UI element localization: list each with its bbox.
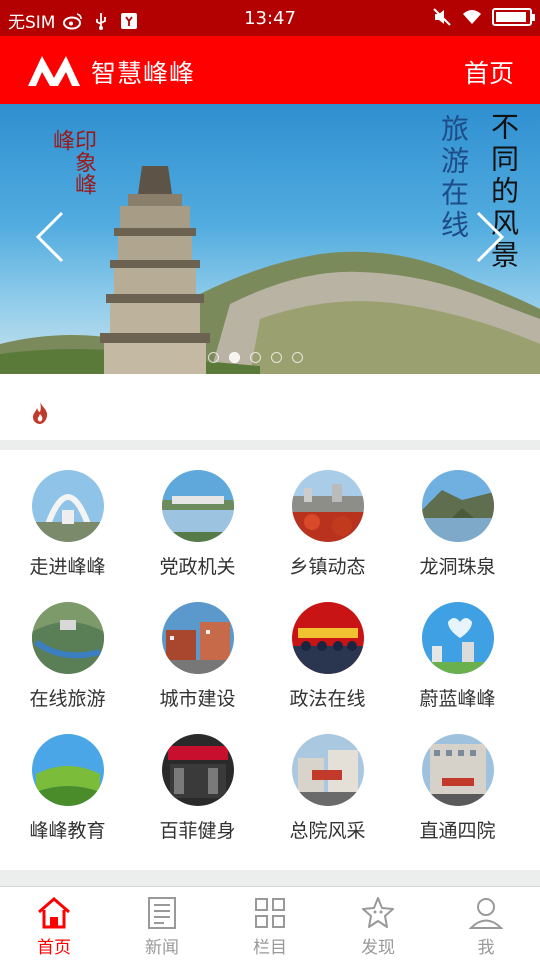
tab-me[interactable]: 我 [432, 887, 540, 960]
flame-icon [33, 402, 48, 424]
carousel-dot[interactable] [271, 352, 282, 363]
tab-label: 首页 [37, 938, 71, 958]
tab-label: 栏目 [253, 938, 287, 958]
grid-item-siyuan[interactable]: 直通四院 [390, 714, 525, 846]
grid-item-zoujin[interactable]: 走进峰峰 [0, 450, 135, 582]
banner-carousel[interactable]: 印象峰峰 旅游在线 不同的风景 [0, 104, 540, 374]
grid-item-label: 政法在线 [289, 688, 366, 710]
chevron-right-icon[interactable] [474, 209, 508, 265]
tab-label: 我 [477, 938, 495, 958]
carousel-dot[interactable] [250, 352, 261, 363]
wifi-icon [463, 10, 481, 24]
grid-item-label: 峰峰教育 [29, 820, 106, 842]
carousel-dot[interactable] [292, 352, 303, 363]
grid-thumb [292, 734, 364, 806]
grid-item-dangzheng[interactable]: 党政机关 [130, 450, 265, 582]
app-title: 智慧峰峰 [91, 59, 196, 88]
notice-bar[interactable] [0, 374, 540, 440]
mountain-logo-icon [28, 56, 80, 86]
grid-item-baifei[interactable]: 百菲健身 [130, 714, 265, 846]
grid-thumb [32, 602, 104, 674]
tab-label: 新闻 [145, 938, 179, 958]
grid-item-chengshi[interactable]: 城市建设 [130, 582, 265, 714]
grid-item-label: 百菲健身 [159, 820, 236, 842]
tab-discover[interactable]: 发现 [324, 887, 432, 960]
tab-columns[interactable]: 栏目 [216, 887, 324, 960]
banner-slogan-1: 旅游在线 [437, 114, 470, 242]
mute-icon [433, 8, 451, 26]
bottom-tab-bar: 首页 新闻 栏目 发现 我 [0, 886, 540, 960]
category-grid: 走进峰峰 党政机关 乡镇动态 龙洞珠泉 在线旅游 城市建设 政法在线 蔚蓝峰峰 … [0, 450, 540, 870]
tab-label: 发现 [361, 938, 395, 958]
pagoda-image [100, 166, 210, 374]
grid-item-label: 总院风采 [289, 820, 366, 842]
grid-thumb [422, 734, 494, 806]
carousel-dot[interactable] [208, 352, 219, 363]
carousel-dot[interactable] [229, 352, 240, 363]
grid-item-label: 在线旅游 [29, 688, 106, 710]
star-icon [362, 897, 394, 928]
status-bar: 无SIM 13:47 [0, 0, 540, 36]
grid-thumb [162, 470, 234, 542]
grid-item-weilan[interactable]: 蔚蓝峰峰 [390, 582, 525, 714]
grid-item-label: 走进峰峰 [29, 556, 106, 578]
home-icon [38, 897, 70, 929]
tab-home[interactable]: 首页 [0, 887, 108, 960]
grid-item-lvyou[interactable]: 在线旅游 [0, 582, 135, 714]
grid-item-label: 乡镇动态 [289, 556, 366, 578]
grid-item-label: 党政机关 [159, 556, 236, 578]
grid-item-zhengfa[interactable]: 政法在线 [260, 582, 395, 714]
news-icon [148, 897, 176, 929]
home-link[interactable]: 首页 [464, 54, 514, 90]
grid-thumb [292, 470, 364, 542]
grid-thumb [292, 602, 364, 674]
grid-item-zongyuan[interactable]: 总院风采 [260, 714, 395, 846]
grid-thumb [162, 734, 234, 806]
grid-item-longdong[interactable]: 龙洞珠泉 [390, 450, 525, 582]
grid-thumb [422, 470, 494, 542]
tab-news[interactable]: 新闻 [108, 887, 216, 960]
grid-thumb [422, 602, 494, 674]
grid-item-xiangzhen[interactable]: 乡镇动态 [260, 450, 395, 582]
banner-stamp: 印象峰峰 [49, 129, 96, 195]
grid-item-label: 蔚蓝峰峰 [419, 688, 496, 710]
grid-item-jiaoyu[interactable]: 峰峰教育 [0, 714, 135, 846]
chevron-left-icon[interactable] [32, 209, 66, 265]
grid-thumb [162, 602, 234, 674]
grid-icon [255, 898, 285, 928]
carousel-dots [208, 352, 303, 363]
user-icon [468, 898, 504, 929]
status-right [432, 7, 535, 27]
app-header: 智慧峰峰 首页 [0, 36, 540, 104]
grid-thumb [32, 470, 104, 542]
grid-thumb [32, 734, 104, 806]
grid-item-label: 城市建设 [159, 688, 236, 710]
grid-item-label: 龙洞珠泉 [419, 556, 496, 578]
battery-icon [492, 8, 535, 26]
battery-level [496, 12, 526, 22]
grid-item-label: 直通四院 [419, 820, 496, 842]
